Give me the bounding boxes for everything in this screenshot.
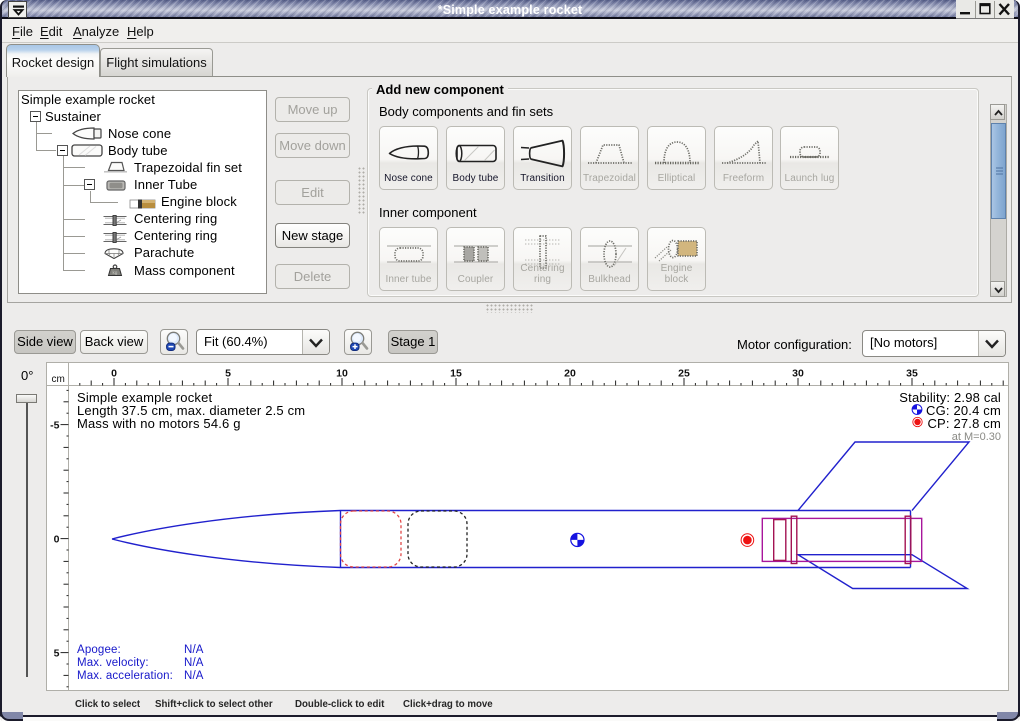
svg-text:0: 0 — [54, 533, 60, 545]
svg-text:15: 15 — [450, 368, 462, 380]
svg-text:30: 30 — [792, 368, 804, 380]
svg-text:cm: cm — [52, 374, 65, 385]
svg-text:kg: kg — [113, 270, 118, 275]
svg-text:25: 25 — [678, 368, 690, 380]
svg-text:5: 5 — [54, 647, 60, 659]
svg-text:35: 35 — [906, 368, 918, 380]
svg-text:10: 10 — [336, 368, 348, 380]
svg-text:20: 20 — [564, 368, 576, 380]
svg-text:-5: -5 — [50, 419, 59, 431]
svg-text:0: 0 — [111, 368, 117, 380]
svg-text:5: 5 — [225, 368, 231, 380]
